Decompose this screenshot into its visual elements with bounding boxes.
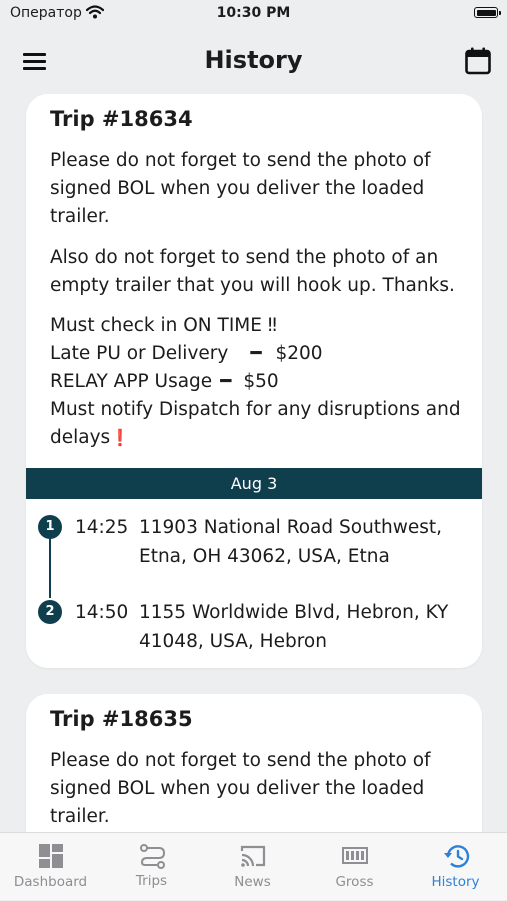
dash-glyph: ━ [220, 371, 232, 392]
stop-address: 11903 National Road Southwest, Etna, OH … [139, 517, 443, 567]
cast-icon [240, 845, 266, 867]
status-bar: Оператор 10:30 PM [0, 0, 507, 30]
route-line [49, 534, 51, 598]
calendar-icon[interactable] [464, 46, 492, 76]
tab-bar: Dashboard Trips News Gross History [0, 832, 507, 900]
tab-label: History [431, 874, 480, 890]
relay-fee-amount: $50 [243, 371, 279, 392]
trip-message: Please do not forget to send the photo o… [50, 750, 431, 827]
date-band: Aug 3 [26, 468, 482, 499]
trip-title: Trip #18635 [50, 707, 193, 731]
stop-number-badge: 2 [38, 600, 62, 624]
battery-icon [474, 7, 501, 18]
tab-trips[interactable]: Trips [101, 833, 202, 901]
dashboard-icon [39, 844, 63, 868]
late-fee-label: Late PU or Delivery [50, 343, 229, 364]
header: History [0, 38, 507, 84]
trip-message: Also do not forget to send the photo of … [50, 247, 455, 296]
tab-history[interactable]: History [405, 833, 506, 901]
trip-card[interactable]: Trip #18634 Please do not forget to send… [26, 94, 482, 668]
tab-dashboard[interactable]: Dashboard [0, 833, 101, 901]
trip-notes: Must check in ON TIME ‼ Late PU or Deliv… [50, 312, 470, 452]
relay-fee-label: RELAY APP Usage [50, 371, 213, 392]
tab-label: Dashboard [13, 874, 88, 890]
trip-title: Trip #18634 [50, 107, 193, 131]
relay-fee-note: RELAY APP Usage ━ $50 [50, 368, 470, 396]
tab-label: Gross [335, 874, 374, 890]
stop-address: 1155 Worldwide Blvd, Hebron, KY 41048, U… [139, 602, 449, 652]
menu-button[interactable] [22, 50, 48, 72]
late-fee-note: Late PU or Delivery ━ $200 [50, 340, 470, 368]
exclamation-icon: ❗ [110, 428, 131, 447]
trip-message: Please do not forget to send the photo o… [50, 150, 431, 227]
stop-time: 14:25 [75, 517, 129, 538]
notify-note: Must notify Dispatch for any disruptions… [50, 396, 470, 452]
tab-news[interactable]: News [202, 833, 303, 901]
gross-icon [342, 847, 368, 864]
stop-number-badge: 1 [38, 515, 62, 539]
page-title: History [204, 46, 303, 74]
tab-label: Trips [135, 873, 168, 889]
route-icon [140, 844, 166, 869]
stop-time: 14:50 [75, 602, 129, 623]
tab-gross[interactable]: Gross [304, 833, 405, 901]
status-time: 10:30 PM [216, 5, 291, 21]
history-icon [444, 845, 470, 868]
check-in-note: Must check in ON TIME ‼ [50, 315, 277, 336]
tab-label: News [234, 874, 271, 890]
dash-glyph: ━ [250, 343, 262, 364]
late-fee-amount: $200 [275, 343, 323, 364]
